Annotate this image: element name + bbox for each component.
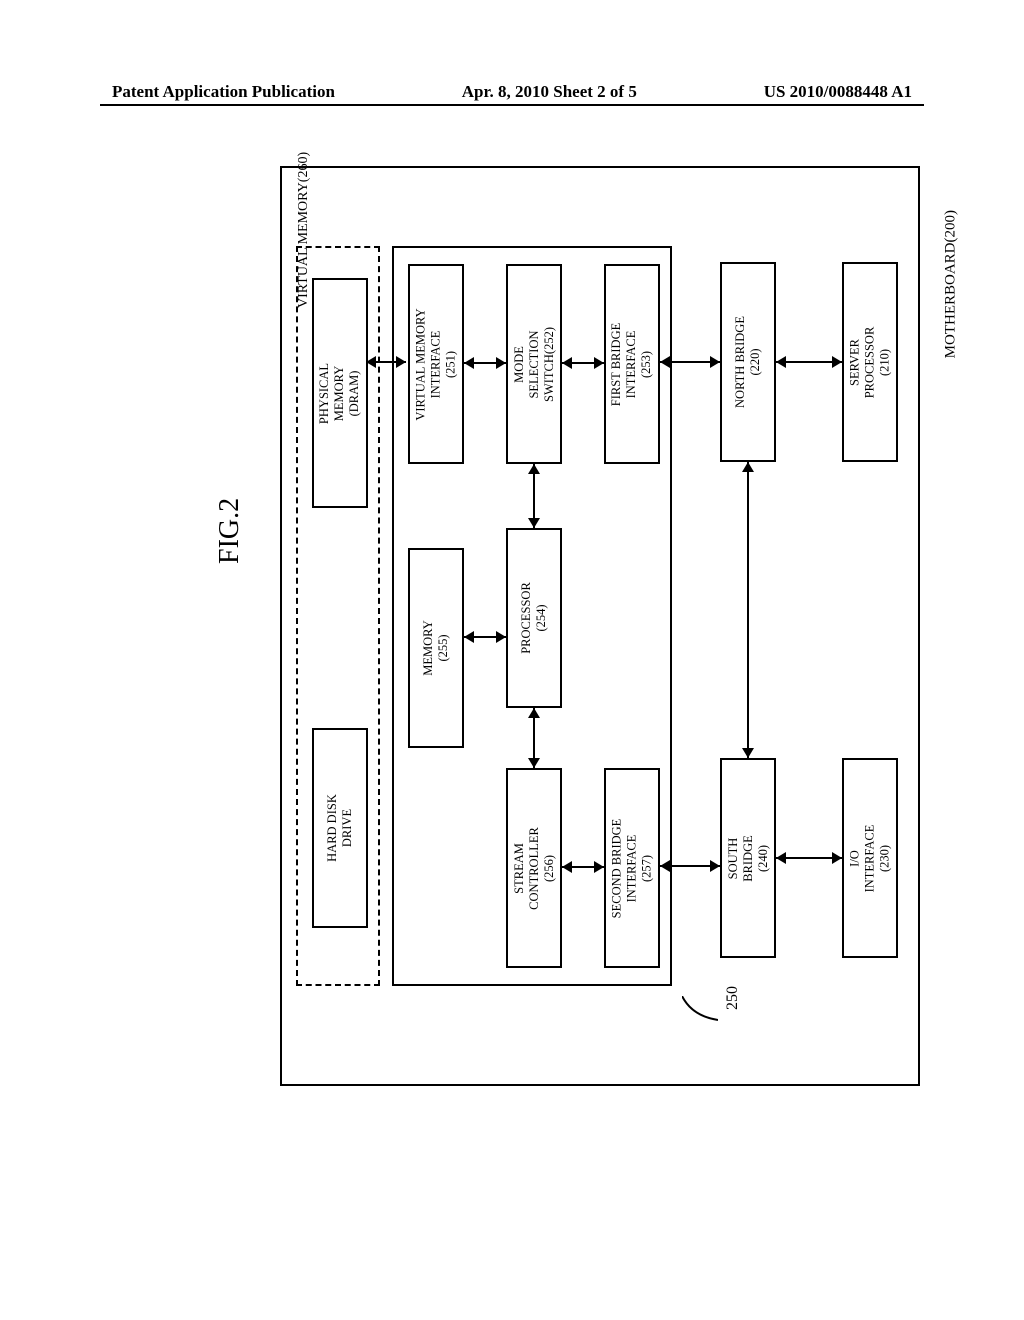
mode-switch-text: MODESELECTIONSWITCH(252)	[512, 327, 557, 402]
arrow-icon	[594, 357, 604, 369]
arrow-icon	[562, 357, 572, 369]
south-bridge-box: SOUTHBRIDGE(240)	[720, 758, 776, 958]
motherboard-frame: MOTHERBOARD(200) VIRTUAL MEMORY(260) PHY…	[280, 166, 920, 1086]
physical-memory-text: PHYSICALMEMORY(DRAM)	[318, 362, 363, 423]
server-processor-text: SERVERPROCESSOR(210)	[848, 326, 893, 398]
arrow-icon	[464, 357, 474, 369]
virtual-memory-label: VIRTUAL MEMORY(260)	[296, 152, 312, 308]
arrow-icon	[496, 631, 506, 643]
arrow-icon	[832, 852, 842, 864]
header-right: US 2010/0088448 A1	[764, 82, 912, 102]
arrow-icon	[594, 861, 604, 873]
processor-text: PROCESSOR(254)	[519, 582, 549, 654]
arrow-icon	[660, 356, 670, 368]
memory-box: MEMORY(255)	[408, 548, 464, 748]
memory-text: MEMORY(255)	[421, 620, 451, 676]
arrow-icon	[742, 462, 754, 472]
io-interface-box: I/OINTERFACE(230)	[842, 758, 898, 958]
hdd-text: HARD DISKDRIVE	[325, 794, 355, 862]
hdd-box: HARD DISKDRIVE	[312, 728, 368, 928]
second-bridge-interface-box: SECOND BRIDGEINTERFACE(257)	[604, 768, 660, 968]
mode-switch-box: MODESELECTIONSWITCH(252)	[506, 264, 562, 464]
arrow-icon	[660, 860, 670, 872]
arrow-icon	[464, 631, 474, 643]
south-bridge-text: SOUTHBRIDGE(240)	[726, 835, 771, 882]
header-left: Patent Application Publication	[112, 82, 335, 102]
motherboard-label: MOTHERBOARD(200)	[942, 210, 959, 358]
ref-250-text: 250	[724, 986, 742, 1010]
second-bridge-interface-text: SECOND BRIDGEINTERFACE(257)	[610, 818, 655, 918]
block-250-frame: VIRTUAL MEMORYINTERFACE(251) MEMORY(255)…	[392, 246, 672, 986]
arrow-icon	[832, 356, 842, 368]
arrow-icon	[562, 861, 572, 873]
conn-nb-sb	[747, 462, 749, 758]
server-processor-box: SERVERPROCESSOR(210)	[842, 262, 898, 462]
figure-label: FIG.2	[214, 498, 246, 564]
arrow-icon	[528, 758, 540, 768]
header-mid: Apr. 8, 2010 Sheet 2 of 5	[462, 82, 637, 102]
north-bridge-text: NORTH BRIDGE(220)	[733, 316, 763, 408]
arrow-icon	[776, 852, 786, 864]
page-header: Patent Application Publication Apr. 8, 2…	[0, 82, 1024, 102]
vm-interface-box: VIRTUAL MEMORYINTERFACE(251)	[408, 264, 464, 464]
arrow-icon	[742, 748, 754, 758]
arrow-icon	[710, 356, 720, 368]
vm-interface-text: VIRTUAL MEMORYINTERFACE(251)	[414, 308, 459, 420]
stream-controller-box: STREAMCONTROLLER(256)	[506, 768, 562, 968]
arrow-icon	[776, 356, 786, 368]
io-interface-text: I/OINTERFACE(230)	[848, 824, 893, 892]
arrow-icon	[528, 464, 540, 474]
arrow-icon	[396, 356, 406, 368]
processor-box: PROCESSOR(254)	[506, 528, 562, 708]
ref-250-leader	[682, 996, 718, 1024]
arrow-icon	[496, 357, 506, 369]
first-bridge-interface-text: FIRST BRIDGEINTERFACE(253)	[610, 322, 655, 405]
arrow-icon	[366, 356, 376, 368]
arrow-icon	[528, 708, 540, 718]
north-bridge-box: NORTH BRIDGE(220)	[720, 262, 776, 462]
arrow-icon	[710, 860, 720, 872]
physical-memory-box: PHYSICALMEMORY(DRAM)	[312, 278, 368, 508]
header-divider	[100, 104, 924, 106]
first-bridge-interface-box: FIRST BRIDGEINTERFACE(253)	[604, 264, 660, 464]
stream-controller-text: STREAMCONTROLLER(256)	[512, 827, 557, 910]
arrow-icon	[528, 518, 540, 528]
